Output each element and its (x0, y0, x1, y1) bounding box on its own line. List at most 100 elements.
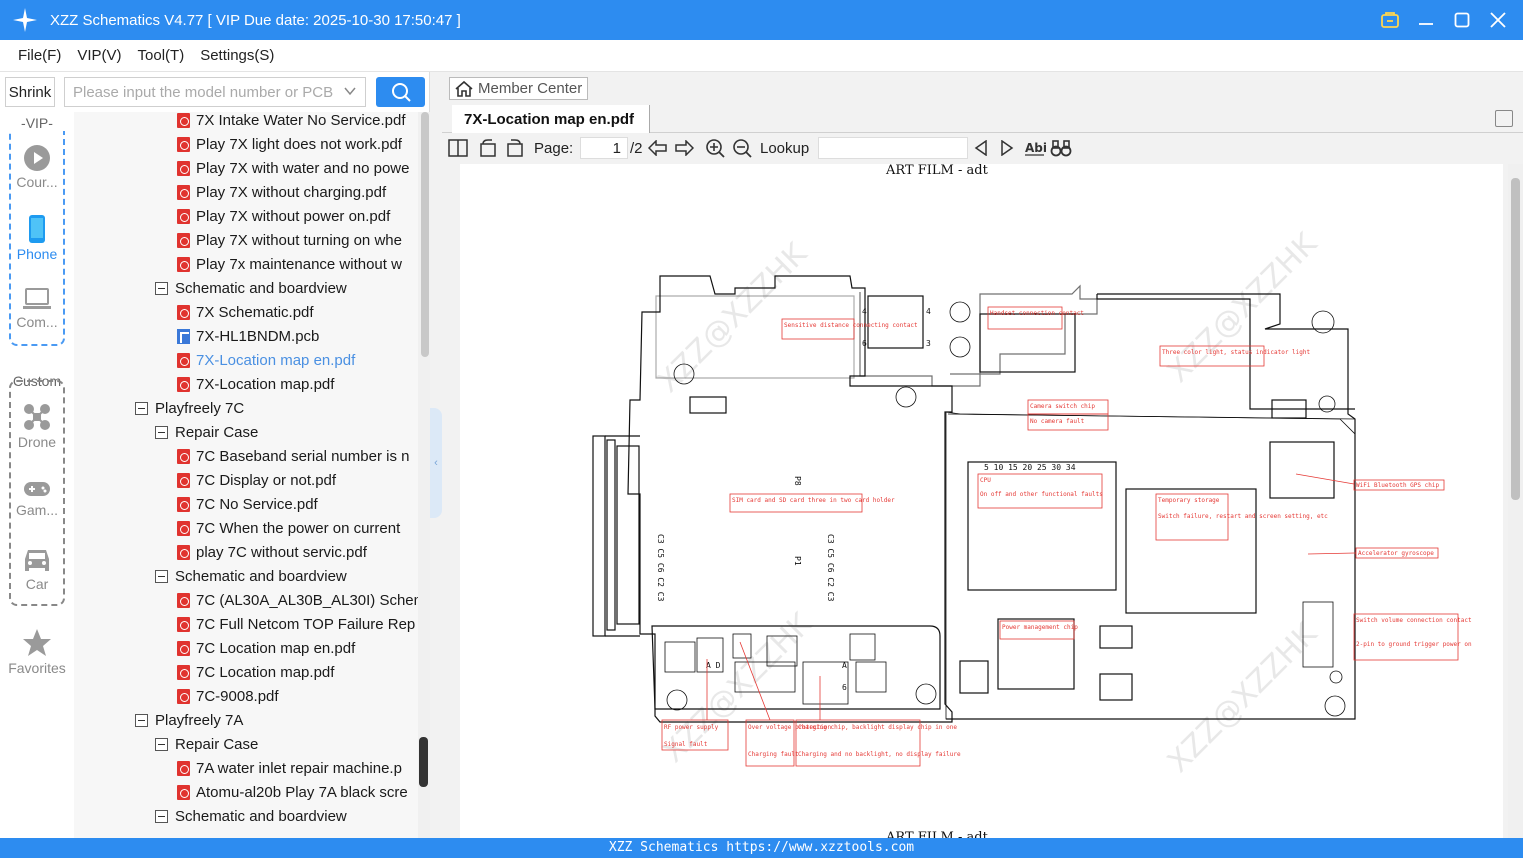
chevron-down-icon[interactable] (343, 84, 357, 102)
collapse-icon[interactable] (155, 737, 168, 751)
svg-text:CPU: CPU (980, 477, 991, 484)
title-bar: XZZ Schematics V4.77 [ VIP Due date: 202… (0, 0, 1523, 40)
collapse-icon[interactable] (155, 569, 168, 583)
nav-drone[interactable]: Drone (0, 402, 74, 450)
tree-file[interactable]: 7C When the power on current (177, 516, 400, 540)
nav-games[interactable]: Gam... (0, 478, 74, 518)
menu-vip[interactable]: VIP(V) (77, 47, 121, 64)
tree-file[interactable]: Play 7X light does not work.pdf (177, 132, 402, 156)
svg-text:RF power supply: RF power supply (664, 724, 719, 731)
split-view-icon[interactable] (448, 138, 468, 158)
lookup-input[interactable] (818, 137, 968, 159)
close-icon[interactable] (1487, 9, 1509, 31)
tree-scrollbar[interactable] (418, 112, 430, 838)
rotate-left-icon[interactable] (478, 138, 498, 158)
match-case-icon[interactable]: Abi (1024, 138, 1046, 158)
tree-file[interactable]: 7X Schematic.pdf (177, 300, 314, 324)
collapse-icon[interactable] (155, 809, 168, 823)
tree-scroll-thumb-secondary[interactable] (419, 737, 428, 787)
pdf-file-icon (177, 256, 190, 272)
tree-file[interactable]: Play 7X with water and no powe (177, 156, 409, 180)
page-number-input[interactable]: 1 (580, 137, 628, 159)
nav-phone[interactable]: Phone (0, 214, 74, 262)
nav-courses[interactable]: Cour... (0, 144, 74, 190)
model-search-input[interactable]: Please input the model number or PCB (64, 77, 366, 107)
tree-file[interactable]: 7A water inlet repair machine.p (177, 756, 402, 780)
tree-file[interactable]: 7C (AL30A_AL30B_AL30I) Schem (177, 588, 418, 612)
zoom-in-icon[interactable] (705, 138, 725, 158)
collapse-icon[interactable] (155, 281, 168, 295)
tree-folder[interactable]: Playfreely 7C (135, 396, 244, 420)
phone-icon (29, 215, 45, 243)
tree-file[interactable]: Atomu-al20b Play 7A black scre (177, 780, 408, 804)
tree-file[interactable]: 7X-Location map.pdf (177, 372, 334, 396)
menu-file[interactable]: File(F) (18, 47, 61, 64)
collapse-icon[interactable] (155, 425, 168, 439)
close-tab-icon[interactable] (1495, 110, 1513, 127)
maximize-icon[interactable] (1451, 9, 1473, 31)
tree-file[interactable]: Play 7X without charging.pdf (177, 180, 386, 204)
tree-file[interactable]: 7C Baseband serial number is n (177, 444, 409, 468)
tree-scroll-thumb[interactable] (421, 112, 429, 357)
pdf-file-icon (177, 544, 190, 560)
tree-file[interactable]: Play 7x maintenance without w (177, 252, 402, 276)
pdf-file-icon (177, 688, 190, 704)
tree-file[interactable]: 7C-9008.pdf (177, 684, 279, 708)
pdf-file-icon (177, 496, 190, 512)
tree-file[interactable]: 7C No Service.pdf (177, 492, 318, 516)
svg-text:Temporary storage: Temporary storage (1158, 497, 1220, 504)
tree-file[interactable]: 7C Full Netcom TOP Failure Rep (177, 612, 415, 636)
panel-collapse-handle[interactable]: ‹ (430, 408, 442, 518)
tree-file[interactable]: 7C Display or not.pdf (177, 468, 336, 492)
tree-folder[interactable]: Playfreely 7A (135, 708, 243, 732)
shrink-button[interactable]: Shrink (5, 77, 55, 107)
tree-file-selected[interactable]: 7X-Location map en.pdf (177, 348, 355, 372)
nav-car[interactable]: Car (0, 546, 74, 592)
binoculars-icon[interactable] (1050, 138, 1072, 158)
tree-folder[interactable]: Schematic and boardview (155, 276, 347, 300)
nav-computer[interactable]: Com... (0, 286, 74, 330)
tree-file[interactable]: 7X Intake Water No Service.pdf (177, 112, 406, 132)
pdf-file-icon (177, 784, 190, 800)
prev-page-icon[interactable] (648, 138, 668, 158)
vip-badge-icon[interactable] (1379, 9, 1401, 31)
drone-icon (24, 404, 50, 430)
tree-file[interactable]: Play 7X without turning on whe (177, 228, 402, 252)
search-button[interactable] (376, 77, 425, 107)
svg-text:2-pin to ground trigger power: 2-pin to ground trigger power on (1356, 641, 1472, 648)
document-page[interactable]: XZZ@XZZHK XZZ@XZZHK XZZ@XZZHK XZZ@XZZHK … (460, 164, 1503, 838)
tree-folder[interactable]: Schematic and boardview (155, 804, 347, 828)
tree-folder[interactable]: Repair Case (155, 732, 258, 756)
nav-favorites[interactable]: Favorites (0, 628, 74, 676)
member-center-button[interactable]: Member Center (449, 77, 588, 100)
zoom-out-icon[interactable] (732, 138, 752, 158)
tree-folder[interactable]: Schematic and boardview (155, 564, 347, 588)
svg-text:Sensitive distance connecting: Sensitive distance connecting contact (784, 322, 918, 329)
rotate-right-icon[interactable] (505, 138, 525, 158)
doc-footer: ART FILM - adt (885, 830, 989, 838)
pcb-file-icon (177, 328, 190, 344)
find-prev-icon[interactable] (974, 138, 988, 158)
tree-file[interactable]: play 7C without servic.pdf (177, 540, 367, 564)
tree-folder[interactable]: Repair Case (155, 420, 258, 444)
tree-file[interactable]: 7X-HL1BNDM.pcb (177, 324, 319, 348)
find-next-icon[interactable] (1000, 138, 1014, 158)
laptop-icon (23, 288, 51, 309)
window-title: XZZ Schematics V4.77 [ VIP Due date: 202… (50, 11, 461, 29)
svg-text:SIM card and SD card three in: SIM card and SD card three in two card h… (732, 497, 895, 504)
menu-settings[interactable]: Settings(S) (200, 47, 274, 64)
tree-file[interactable]: 7C Location map.pdf (177, 660, 334, 684)
tree-file[interactable]: 7C Location map en.pdf (177, 636, 355, 660)
watermark-text: XZZ@XZZHK (1161, 226, 1325, 390)
collapse-icon[interactable] (135, 401, 148, 415)
minimize-icon[interactable] (1415, 9, 1437, 31)
tree-file[interactable]: Play 7X without power on.pdf (177, 204, 390, 228)
next-page-icon[interactable] (674, 138, 694, 158)
document-scrollbar[interactable] (1508, 164, 1523, 838)
collapse-icon[interactable] (135, 713, 148, 727)
pdf-file-icon (177, 160, 190, 176)
menu-tool[interactable]: Tool(T) (138, 47, 185, 64)
document-scroll-thumb[interactable] (1511, 178, 1520, 500)
tab-document[interactable]: 7X-Location map en.pdf (452, 105, 650, 133)
watermark-text: XZZ@XZZHK (1161, 616, 1325, 780)
